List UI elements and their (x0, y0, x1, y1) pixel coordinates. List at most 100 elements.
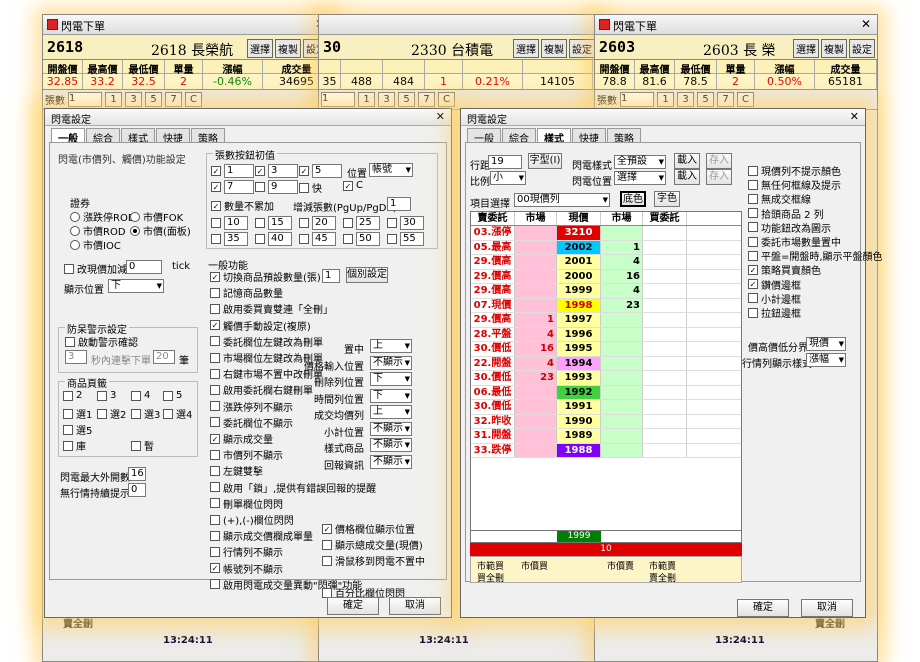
qty-init-5[interactable]: ✓ 5 (299, 164, 342, 178)
select-button[interactable]: 選擇 (793, 39, 819, 58)
seconds-input[interactable]: 3 (65, 350, 87, 364)
position-option-select[interactable]: 不顯示 (370, 438, 412, 452)
general-option-checkbox[interactable]: 顯示成交價欄成單量 (210, 528, 313, 543)
high-low-split-select[interactable]: 現價 (806, 337, 846, 351)
bg-color-button[interactable]: 底色 (620, 191, 646, 207)
position-option-select[interactable]: 不顯示 (370, 421, 412, 436)
page-inventory-checkbox[interactable]: 庫 (63, 438, 86, 453)
position-option-select[interactable]: 不顯示 (370, 355, 412, 370)
more-qty-55[interactable]: 55 (387, 232, 424, 246)
more-qty-25[interactable]: 25 (343, 216, 380, 230)
more-qty-45[interactable]: 45 (299, 232, 336, 246)
quantity-input[interactable]: 1 (620, 92, 654, 107)
close-icon[interactable]: ✕ (436, 110, 445, 123)
style-option-checkbox[interactable]: 無成交框線 (748, 191, 811, 206)
qty-3-button[interactable]: 3 (677, 92, 694, 107)
save-style-button[interactable]: 存入 (706, 153, 732, 169)
close-icon[interactable]: ✕ (850, 110, 859, 123)
more-qty-10[interactable]: 10 (211, 216, 248, 230)
default-qty-input[interactable]: 1 (322, 269, 340, 283)
max-open-input[interactable]: 16 (128, 467, 146, 481)
cancel-button[interactable]: 取消 (801, 599, 853, 617)
qty-clear-button[interactable]: C (737, 92, 754, 107)
row-style-select[interactable]: 漲幅 (806, 353, 846, 367)
close-icon[interactable]: ✕ (861, 17, 871, 31)
increment-input[interactable]: 1 (387, 197, 411, 211)
general-option-checkbox[interactable]: 啟用委買賣雙連「全刪」 (210, 301, 333, 316)
qty-init-7[interactable]: ✓ 7 (211, 180, 254, 194)
select-button[interactable]: 選擇 (247, 39, 273, 58)
page-opt3-checkbox[interactable]: 選3 (131, 406, 160, 421)
style-select[interactable]: 全預設 (614, 155, 666, 169)
row-hint-input[interactable]: 0 (128, 483, 146, 497)
settings-button[interactable]: 設定 (849, 39, 875, 58)
qty-1-button[interactable]: 1 (657, 92, 674, 107)
style-option-checkbox[interactable]: 拾頭商品 2 列 (748, 206, 824, 221)
qty-position-select[interactable]: 帳號 (369, 163, 413, 177)
general-option-checkbox[interactable]: ✓ 帳號列不顯示 (210, 561, 283, 576)
style-option-checkbox[interactable]: 功能鈕改為圖示 (748, 220, 831, 235)
general-option-checkbox[interactable]: 行情列不顯示 (210, 544, 283, 559)
total-volume-checkbox[interactable]: 顯示總成交量(現價) (322, 537, 423, 552)
general-option-checkbox[interactable]: 記憶商品數量 (210, 285, 283, 300)
change-price-checkbox[interactable]: 改現價加減 (64, 261, 127, 276)
general-option-checkbox[interactable]: 刪單欄位閃閃 (210, 496, 283, 511)
qty-1-button[interactable]: 1 (358, 92, 375, 107)
qty-5-button[interactable]: 5 (697, 92, 714, 107)
page-3-checkbox[interactable]: 3 (97, 390, 116, 401)
more-qty-35[interactable]: 35 (211, 232, 248, 246)
symbol-code-input[interactable]: 30 (323, 38, 341, 56)
radio-market-panel[interactable]: 市價(面板) (130, 223, 191, 238)
cancel-button[interactable]: 取消 (389, 597, 441, 615)
position-option-select[interactable]: 下 (370, 388, 412, 403)
load-position-button[interactable]: 載入 (674, 169, 700, 185)
qty-3-button[interactable]: 3 (125, 92, 142, 107)
copy-button[interactable]: 複製 (275, 39, 301, 58)
page-opt4-checkbox[interactable]: 選4 (163, 406, 192, 421)
change-price-input[interactable]: 0 (126, 260, 162, 274)
qty-clear-button[interactable]: C (438, 92, 455, 107)
fg-color-button[interactable]: 字色 (654, 191, 680, 207)
page-temp-checkbox[interactable]: 暫 (131, 438, 154, 453)
qty-init-clear[interactable]: ✓ C (343, 180, 363, 191)
general-option-checkbox[interactable]: 啟用「鎖」,提供有錯誤回報的提醒 (210, 480, 376, 495)
style-option-checkbox[interactable]: ✓ 鑽價邊框 (748, 277, 801, 292)
position-option-select[interactable]: 下 (370, 372, 412, 386)
select-button[interactable]: 選擇 (513, 39, 539, 58)
symbol-code-input[interactable]: 2603 (599, 38, 635, 56)
position-select[interactable]: 選擇 (614, 171, 666, 185)
general-option-checkbox[interactable]: ✓ 顯示成交量 (210, 431, 273, 446)
general-option-checkbox[interactable]: (+),(-)欄位閃閃 (210, 512, 294, 527)
qty-clear-button[interactable]: C (185, 92, 202, 107)
copy-button[interactable]: 複製 (541, 39, 567, 58)
qty-7-button[interactable]: 7 (418, 92, 435, 107)
more-qty-20[interactable]: 20 (299, 216, 336, 230)
load-style-button[interactable]: 載入 (674, 153, 700, 169)
qty-7-button[interactable]: 7 (165, 92, 182, 107)
qty-5-button[interactable]: 5 (398, 92, 415, 107)
count-input[interactable]: 20 (153, 350, 175, 364)
page-opt2-checkbox[interactable]: 選2 (97, 406, 126, 421)
qty-1-button[interactable]: 1 (105, 92, 122, 107)
style-option-checkbox[interactable]: 平盤=開盤時,顯示平盤顏色 (748, 248, 883, 263)
price-col-display-checkbox[interactable]: ✓ 價格欄位顯示位置 (322, 521, 415, 536)
more-qty-30[interactable]: 30 (387, 216, 424, 230)
general-option-checkbox[interactable]: ✓ 觸價手動設定(複原) (210, 318, 311, 333)
general-option-checkbox[interactable]: 委託欄位不顯示 (210, 415, 293, 430)
qty-init-fast[interactable]: 快 (299, 180, 322, 195)
copy-button[interactable]: 複製 (821, 39, 847, 58)
qty-7-button[interactable]: 7 (717, 92, 734, 107)
radio-limit-rod[interactable]: 漲跌停ROD (70, 209, 136, 224)
page-4-checkbox[interactable]: 4 (131, 390, 150, 401)
position-option-select[interactable]: 上 (370, 339, 412, 353)
general-option-checkbox[interactable]: ✓ 切換商品預設數量(張) (210, 269, 321, 284)
row-height-input[interactable]: 19 (488, 155, 522, 169)
more-qty-40[interactable]: 40 (255, 232, 292, 246)
qty-3-button[interactable]: 3 (378, 92, 395, 107)
style-option-checkbox[interactable]: 拉鈕邊框 (748, 305, 801, 320)
individual-setting-button[interactable]: 個別設定 (346, 267, 388, 283)
more-qty-50[interactable]: 50 (343, 232, 380, 246)
radio-market-fok[interactable]: 市價FOK (130, 209, 183, 224)
general-option-checkbox[interactable]: 市價列不顯示 (210, 447, 283, 462)
save-position-button[interactable]: 存入 (706, 169, 732, 185)
